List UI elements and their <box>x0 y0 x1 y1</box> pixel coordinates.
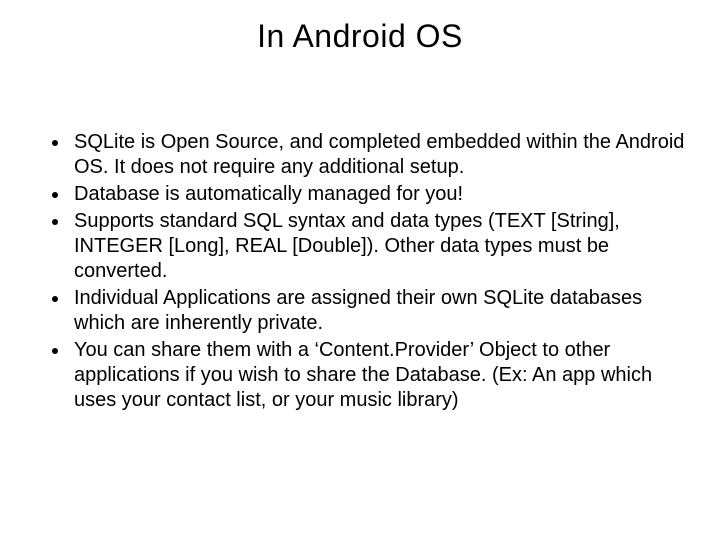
bullet-list: SQLite is Open Source, and completed emb… <box>30 130 690 413</box>
list-item: Individual Applications are assigned the… <box>70 286 690 336</box>
list-item: Database is automatically managed for yo… <box>70 182 690 207</box>
list-item: Supports standard SQL syntax and data ty… <box>70 209 690 284</box>
slide: In Android OS SQLite is Open Source, and… <box>0 0 720 540</box>
slide-title: In Android OS <box>0 0 720 55</box>
list-item: SQLite is Open Source, and completed emb… <box>70 130 690 180</box>
slide-body: SQLite is Open Source, and completed emb… <box>30 130 690 415</box>
list-item: You can share them with a ‘Content.Provi… <box>70 338 690 413</box>
